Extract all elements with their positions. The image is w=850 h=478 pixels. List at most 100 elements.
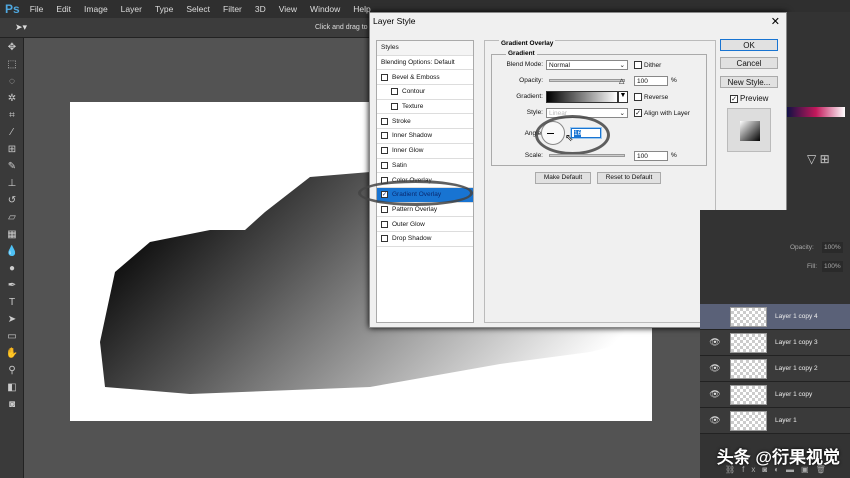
stamp-tool-icon[interactable]: ⊥ <box>5 177 19 191</box>
checkbox[interactable] <box>381 147 388 155</box>
move-tool-icon[interactable]: ➤▾ <box>15 22 27 33</box>
gradient-picker[interactable] <box>546 91 618 103</box>
checkbox[interactable] <box>381 235 388 243</box>
layer-row[interactable]: 👁 Layer 1 copy 2 <box>700 356 850 382</box>
watermark: 头条 @衍果视觉 <box>716 448 840 467</box>
dither-label: Dither <box>644 61 662 69</box>
opacity-input[interactable]: 100 <box>634 76 668 86</box>
style-item-label: Contour <box>402 88 426 96</box>
move-tool-icon[interactable]: ✥ <box>5 41 19 55</box>
menu-window[interactable]: Window <box>310 4 340 14</box>
checkbox[interactable] <box>381 73 388 81</box>
style-item[interactable]: Texture <box>377 100 473 115</box>
opacity-slider[interactable] <box>549 79 625 82</box>
blending-options[interactable]: Blending Options: Default <box>377 56 473 71</box>
eye-icon[interactable]: 👁 <box>700 415 730 426</box>
align-with-layer-checkbox[interactable]: ✓ Align with Layer <box>634 109 690 117</box>
menu-file[interactable]: File <box>30 4 44 14</box>
new-style-button[interactable]: New Style... <box>720 76 778 88</box>
pen-tool-icon[interactable]: ✒ <box>5 279 19 293</box>
color-swatches-icon[interactable]: ◧ <box>5 381 19 395</box>
checkbox[interactable] <box>391 88 398 96</box>
adjustment-icons[interactable]: ▽ ⊞ <box>807 152 830 166</box>
menu-3d[interactable]: 3D <box>255 4 266 14</box>
layer-row[interactable]: Layer 1 copy 4 <box>700 304 850 330</box>
eye-icon[interactable]: 👁 <box>700 363 730 374</box>
preview-checkbox[interactable]: ✓ Preview <box>730 94 768 103</box>
style-item-label: Inner Glow <box>392 147 424 155</box>
checkbox[interactable] <box>381 117 388 125</box>
blur-tool-icon[interactable]: 💧 <box>5 245 19 259</box>
dodge-tool-icon[interactable]: ● <box>5 262 19 276</box>
align-label: Align with Layer <box>644 109 690 117</box>
menu-filter[interactable]: Filter <box>223 4 242 14</box>
cancel-button[interactable]: Cancel <box>720 57 778 69</box>
dither-checkbox[interactable]: Dither <box>634 61 661 69</box>
photoshop-logo: Ps <box>5 2 20 16</box>
style-item-label: Outer Glow <box>392 220 425 228</box>
hand-tool-icon[interactable]: ✋ <box>5 347 19 361</box>
make-default-button[interactable]: Make Default <box>535 172 591 184</box>
magic-wand-icon[interactable]: ✲ <box>5 92 19 106</box>
scale-slider[interactable] <box>549 154 625 157</box>
styles-header[interactable]: Styles <box>377 41 473 56</box>
style-item[interactable]: Inner Shadow <box>377 129 473 144</box>
style-item[interactable]: Contour <box>377 85 473 100</box>
style-item[interactable]: Inner Glow <box>377 144 473 159</box>
eyedropper-icon[interactable]: ⁄ <box>5 126 19 140</box>
preview-swatch <box>727 108 771 152</box>
shape-tool-icon[interactable]: ▭ <box>5 330 19 344</box>
style-item[interactable]: Bevel & Emboss <box>377 70 473 86</box>
checkbox[interactable] <box>381 132 388 140</box>
gradient-tool-icon[interactable]: ▦ <box>5 228 19 242</box>
crop-tool-icon[interactable]: ⌗ <box>5 109 19 123</box>
reverse-checkbox[interactable]: Reverse <box>634 93 668 101</box>
scale-input[interactable]: 100 <box>634 151 668 161</box>
layer-opacity-input[interactable]: 100% <box>822 242 843 253</box>
style-item[interactable]: Outer Glow <box>377 217 473 232</box>
healing-brush-icon[interactable]: ⊞ <box>5 143 19 157</box>
close-icon[interactable]: ✕ <box>771 15 780 28</box>
layer-row[interactable]: 👁 Layer 1 copy <box>700 382 850 408</box>
marquee-tool-icon[interactable]: ⬚ <box>5 58 19 72</box>
opacity-label: Opacity: <box>790 244 814 251</box>
menu-image[interactable]: Image <box>84 4 108 14</box>
menu-type[interactable]: Type <box>155 4 173 14</box>
style-item-label: Bevel & Emboss <box>392 73 440 81</box>
checkbox[interactable] <box>381 161 388 169</box>
layer-row[interactable]: 👁 Layer 1 copy 3 <box>700 330 850 356</box>
checkbox[interactable] <box>391 103 398 111</box>
checkbox[interactable] <box>381 205 388 213</box>
blend-mode-select[interactable]: Normal ⌄ <box>546 60 628 70</box>
type-tool-icon[interactable]: T <box>5 296 19 310</box>
eraser-icon[interactable]: ▱ <box>5 211 19 225</box>
layer-row[interactable]: 👁 Layer 1 <box>700 408 850 434</box>
color-ramp[interactable] <box>787 107 845 117</box>
layers-panel: Opacity: 100% Fill: 100% Layer 1 copy 4 👁… <box>700 210 850 478</box>
ok-button[interactable]: OK <box>720 39 778 51</box>
checkbox[interactable] <box>381 220 388 228</box>
path-select-icon[interactable]: ➤ <box>5 313 19 327</box>
eye-icon[interactable]: 👁 <box>700 389 730 400</box>
slider-thumb-icon[interactable]: △ <box>619 77 624 85</box>
menu-layer[interactable]: Layer <box>121 4 142 14</box>
reset-to-default-button[interactable]: Reset to Default <box>597 172 661 184</box>
style-item[interactable]: Stroke <box>377 114 473 130</box>
style-item-label: Satin <box>392 161 407 169</box>
history-brush-icon[interactable]: ↺ <box>5 194 19 208</box>
brush-tool-icon[interactable]: ✎ <box>5 160 19 174</box>
eye-icon[interactable]: 👁 <box>700 337 730 348</box>
menu-edit[interactable]: Edit <box>56 4 71 14</box>
menu-select[interactable]: Select <box>186 4 210 14</box>
zoom-tool-icon[interactable]: ⚲ <box>5 364 19 378</box>
layer-name: Layer 1 copy 4 <box>775 313 818 320</box>
gradient-dropdown-icon[interactable]: ▼ <box>618 91 628 103</box>
style-item[interactable]: Drop Shadow <box>377 232 473 247</box>
style-item[interactable]: Satin <box>377 159 473 174</box>
menu-view[interactable]: View <box>279 4 297 14</box>
quick-mask-icon[interactable]: ◙ <box>5 398 19 412</box>
layer-thumbnail <box>730 332 767 353</box>
layer-name: Layer 1 copy 3 <box>775 339 818 346</box>
lasso-tool-icon[interactable]: ◌ <box>5 75 19 89</box>
layer-fill-input[interactable]: 100% <box>822 261 843 272</box>
